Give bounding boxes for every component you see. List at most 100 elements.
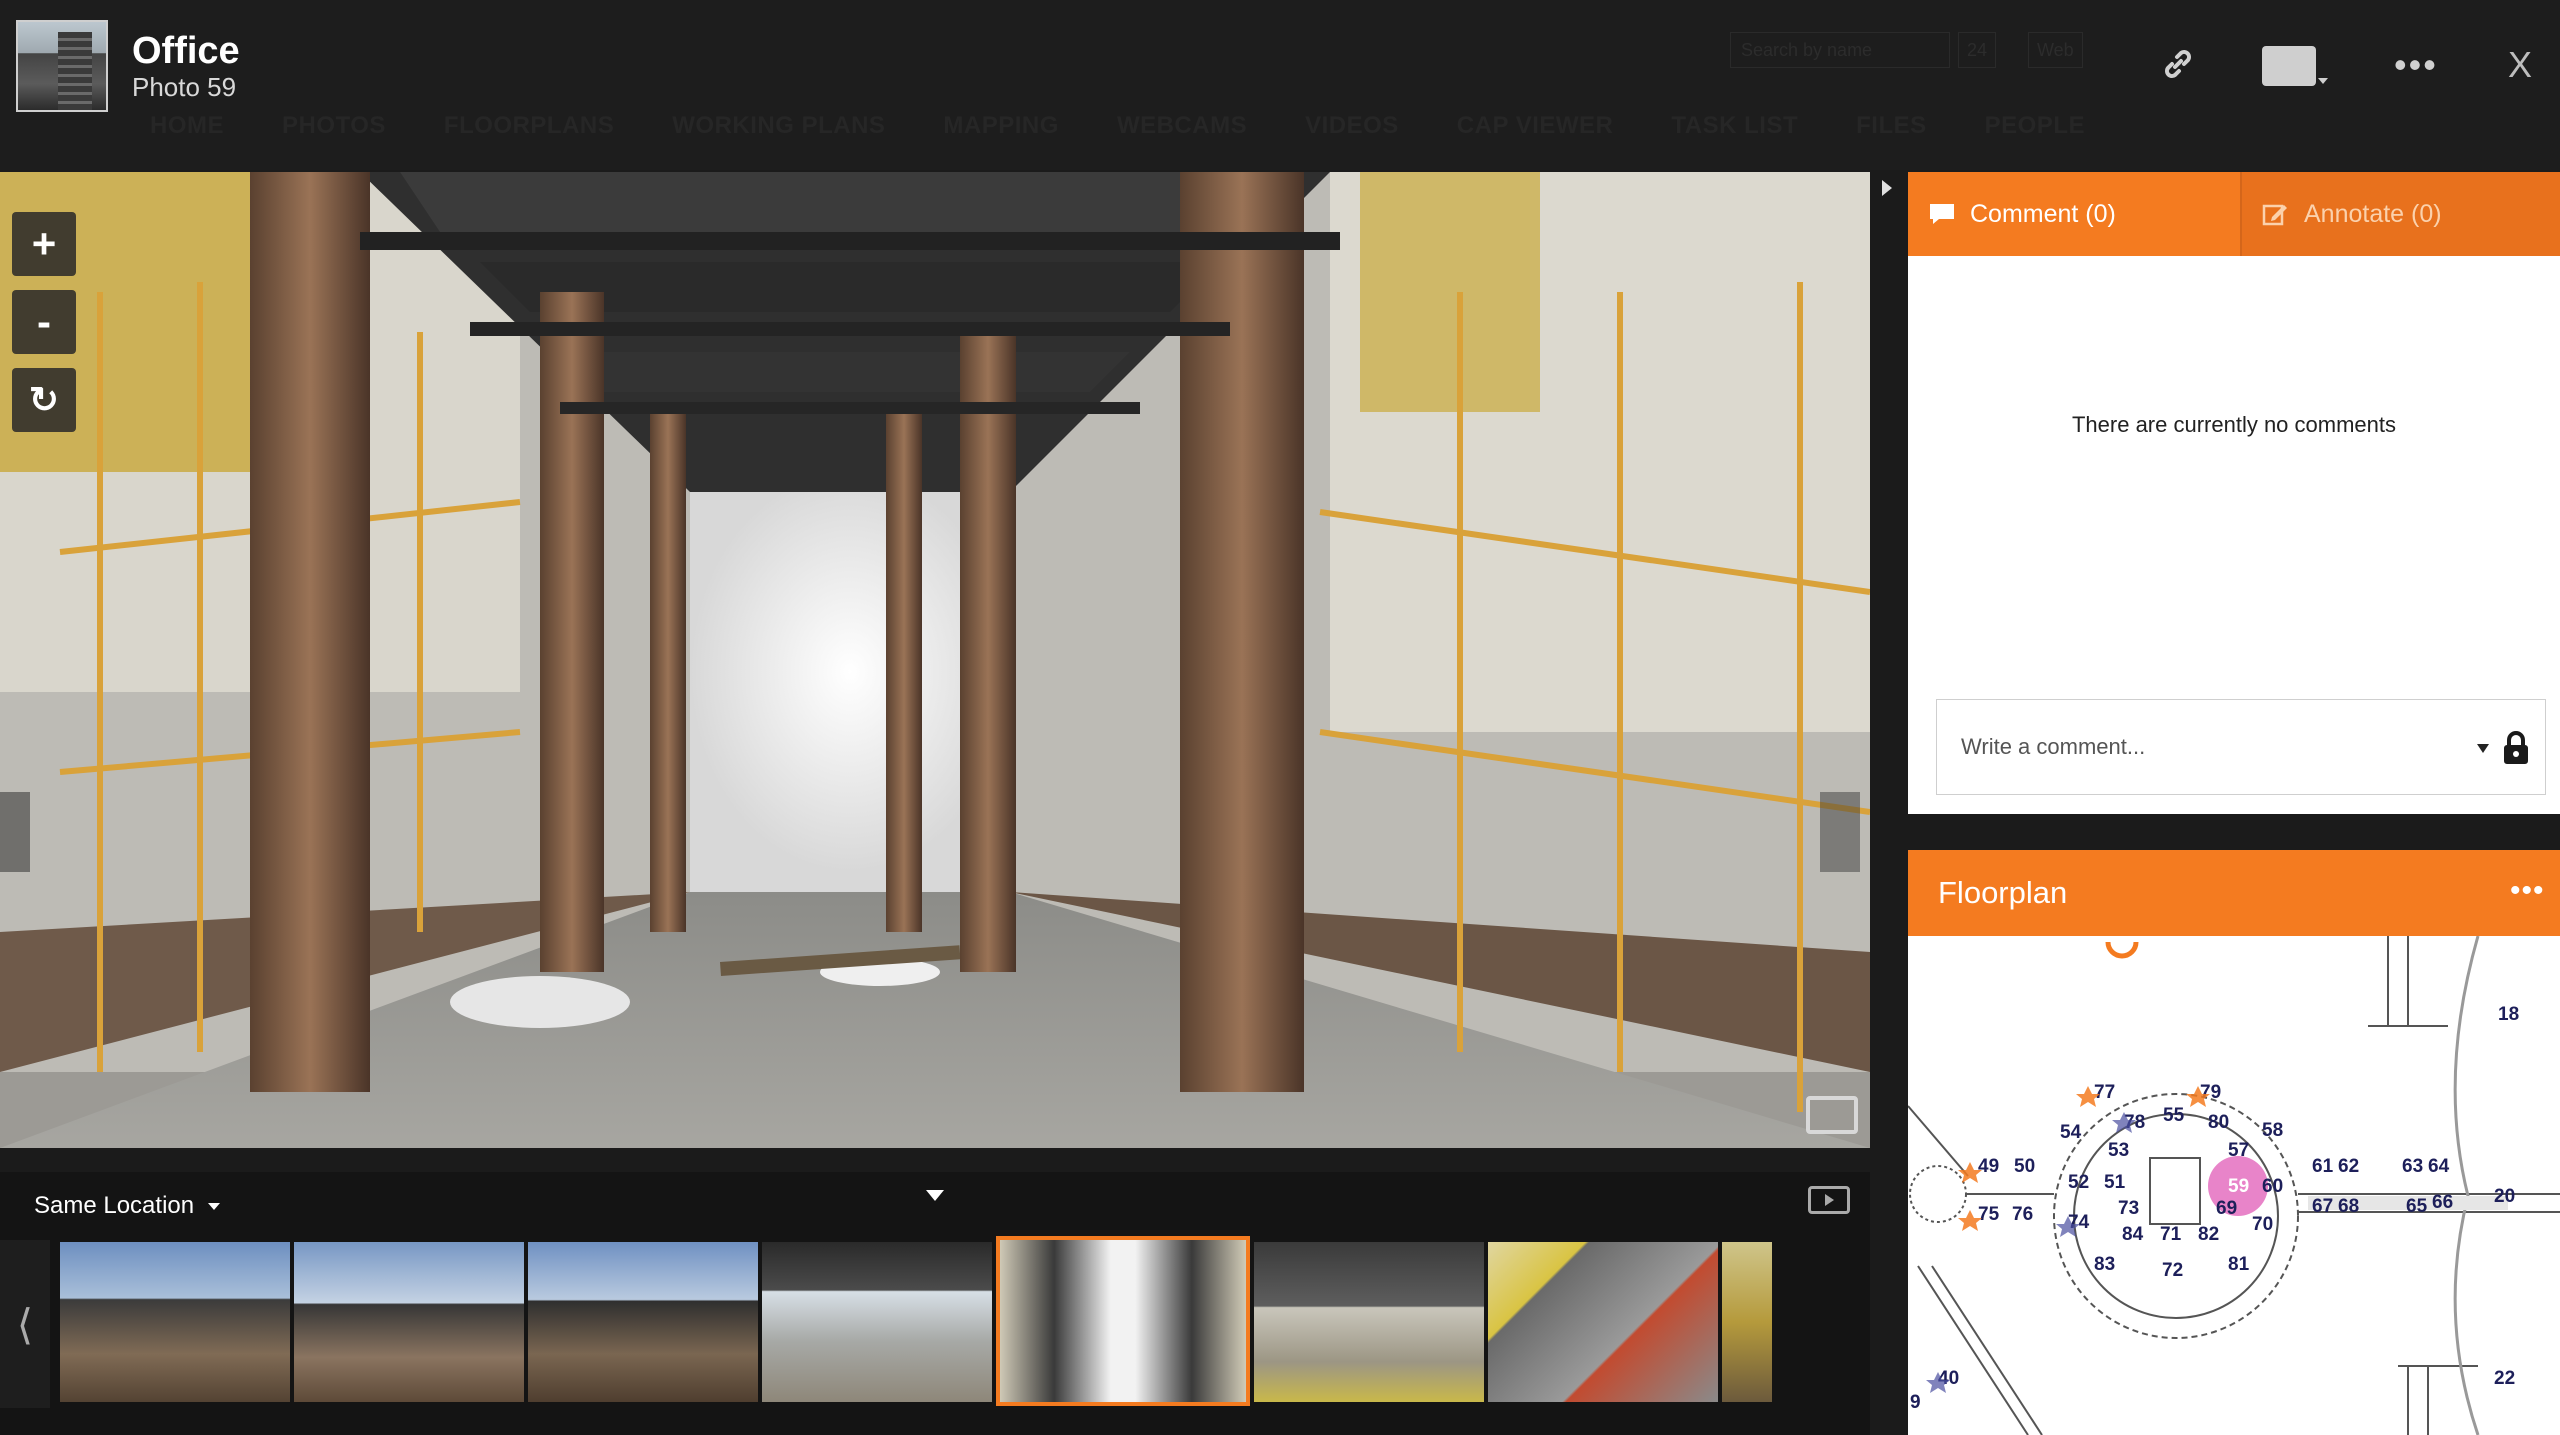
floorplan-marker[interactable]: 84 [2122,1224,2144,1245]
floorplan-marker[interactable]: 60 [2262,1176,2283,1197]
project-thumbnail[interactable] [16,20,108,112]
nav-videos: VIDEOS [1305,112,1399,139]
comment-panel: Comment (0) Annotate (0) There are curre… [1908,172,2560,814]
floorplan-marker[interactable]: 22 [2494,1368,2515,1389]
floorplan-marker[interactable]: 64 [2428,1156,2450,1177]
more-options-icon[interactable]: ••• [2394,47,2438,83]
comment-composer [1936,699,2546,795]
location-filter-label: Same Location [34,1192,195,1219]
floorplan-marker[interactable]: 71 [2160,1224,2182,1245]
collapse-filmstrip-icon[interactable] [926,1190,944,1201]
zoom-in-button[interactable]: + [12,212,76,276]
close-button[interactable]: X [2508,44,2532,86]
floorplan-marker[interactable]: 66 [2432,1192,2453,1213]
filmstrip-thumbnails [60,1236,1772,1410]
background-button-web: Web [2028,32,2083,68]
tab-comment[interactable]: Comment (0) [1908,172,2240,256]
edit-icon [2262,204,2287,226]
floorplan-marker[interactable]: 52 [2068,1172,2089,1193]
previous-photo-handle[interactable] [0,792,30,872]
lock-icon[interactable] [2501,730,2531,766]
slideshow-play-icon[interactable] [1808,1186,1850,1214]
top-header: Office Photo 59 Search by name 24 Web HO… [0,0,2560,170]
background-nav: HOME PHOTOS FLOORPLANS WORKING PLANS MAP… [150,112,2143,152]
tab-annotate-label: Annotate (0) [2304,199,2442,228]
floorplan-title: Floorplan [1938,875,2068,910]
empty-comments-message: There are currently no comments [2071,412,2397,437]
floorplan-marker[interactable]: 67 [2312,1196,2333,1217]
chevron-down-icon[interactable] [2318,78,2328,84]
filmstrip-thumbnail[interactable] [1254,1242,1484,1402]
floorplan-marker[interactable]: 18 [2498,1004,2519,1025]
filmstrip-thumbnail[interactable] [60,1242,290,1402]
floorplan-marker[interactable]: 77 [2094,1082,2115,1103]
zoom-out-button[interactable]: - [12,290,76,354]
floorplan-marker[interactable]: 81 [2228,1254,2250,1275]
background-search-input: Search by name [1730,32,1950,68]
tab-annotate[interactable]: Annotate (0) [2240,172,2560,256]
floorplan-marker[interactable]: 83 [2094,1254,2115,1275]
filmstrip-thumbnail[interactable] [762,1242,992,1402]
floorplan-marker[interactable]: 75 [1978,1204,2000,1225]
floorplan-marker[interactable]: 76 [2012,1204,2033,1225]
floorplan-marker[interactable]: 54 [2060,1122,2082,1143]
link-icon[interactable] [2160,46,2196,82]
nav-home: HOME [150,112,224,139]
construction-photo [0,172,1870,1148]
nav-mapping: MAPPING [943,112,1059,139]
floorplan-marker[interactable]: 62 [2338,1156,2359,1177]
floorplan-marker[interactable]: 50 [2014,1156,2035,1177]
floorplan-marker[interactable]: 80 [2208,1112,2229,1133]
nav-cap-viewer: CAP VIEWER [1456,112,1614,139]
photo-label: Photo 59 [132,72,237,102]
project-title: Office [132,30,240,72]
floorplan-more-icon[interactable]: ••• [2510,874,2545,908]
floorplan-marker[interactable]: 58 [2262,1120,2283,1141]
visibility-dropdown-icon[interactable] [2477,744,2489,753]
tab-comment-label: Comment (0) [1970,199,2116,228]
nav-photos: PHOTOS [282,112,386,139]
next-photo-handle[interactable] [1820,792,1860,872]
camera-icon[interactable] [2262,46,2316,86]
floorplan-marker[interactable]: 20 [2494,1186,2515,1207]
comment-tabs: Comment (0) Annotate (0) [1908,172,2560,256]
nav-floorplans: FLOORPLANS [443,112,615,139]
floorplan-marker[interactable]: 72 [2162,1260,2183,1281]
floorplan-marker[interactable]: 9 [1910,1392,1921,1413]
floorplan-marker[interactable]: 82 [2198,1224,2219,1245]
floorplan-marker[interactable]: 53 [2108,1140,2129,1161]
filmstrip-thumbnail-current[interactable] [996,1236,1250,1406]
fullscreen-icon[interactable] [1806,1096,1858,1134]
comment-input[interactable] [1937,700,2477,794]
floorplan-marker[interactable]: 55 [2163,1105,2185,1126]
background-button-24: 24 [1958,32,1997,68]
floorplan-marker[interactable]: 61 [2312,1156,2334,1177]
filmstrip-thumbnail[interactable] [1722,1242,1772,1402]
location-filter-dropdown[interactable]: Same Location [34,1192,221,1220]
floorplan-marker[interactable]: 63 [2402,1156,2423,1177]
rotate-button[interactable]: ↻ [12,368,76,432]
floorplan-header: Floorplan [1908,850,2560,936]
photo-viewer[interactable]: + - ↻ [0,172,1870,1148]
floorplan-marker[interactable]: 73 [2118,1198,2139,1219]
speech-bubble-icon [1930,204,1954,224]
chevron-down-icon [208,1203,221,1211]
floorplan-map[interactable]: 77 79 78 55 80 54 58 53 57 49 50 52 51 5… [1908,936,2560,1435]
filmstrip: Same Location ⟨ [0,1172,1870,1435]
filmstrip-thumbnail[interactable] [528,1242,758,1402]
floorplan-marker[interactable]: 65 [2406,1196,2428,1217]
floorplan-panel: Floorplan ••• 77 79 78 55 80 54 58 53 57… [1908,850,2560,1435]
nav-files: FILES [1856,112,1927,139]
nav-working-plans: WORKING PLANS [672,112,886,139]
floorplan-marker[interactable]: 68 [2338,1196,2359,1217]
floorplan-marker-current[interactable]: 59 [2228,1176,2249,1197]
filmstrip-thumbnail[interactable] [1488,1242,1718,1402]
floorplan-marker[interactable]: 69 [2216,1198,2237,1219]
filmstrip-thumbnail[interactable] [294,1242,524,1402]
filmstrip-prev-button[interactable]: ⟨ [0,1240,50,1408]
floorplan-marker[interactable]: 49 [1978,1156,1999,1177]
floorplan-marker[interactable]: 70 [2252,1214,2273,1235]
panel-toggle-icon[interactable] [1882,180,1892,196]
nav-task-list: TASK LIST [1671,112,1799,139]
floorplan-marker[interactable]: 51 [2104,1172,2126,1193]
